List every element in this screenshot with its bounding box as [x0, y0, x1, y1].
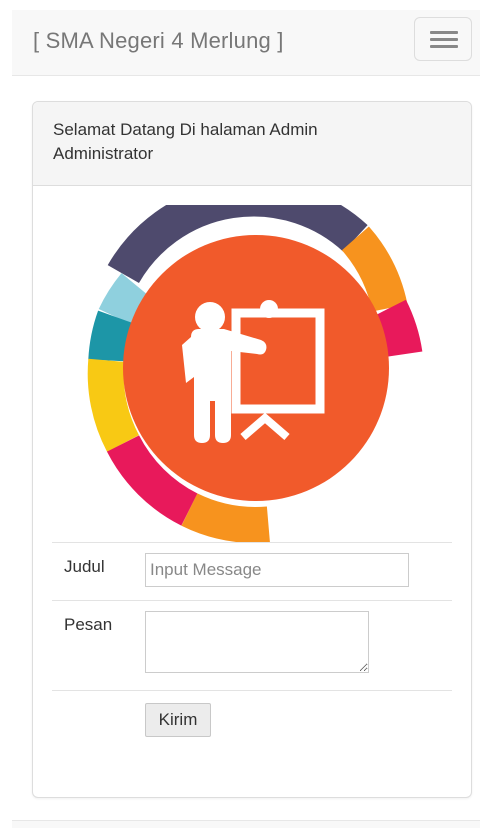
teacher-logo-image: [87, 205, 423, 543]
ring-segment-yellow: [87, 358, 140, 452]
logo-center-circle: [123, 235, 389, 501]
brand-title[interactable]: [ SMA Negeri 4 Merlung ]: [33, 28, 284, 54]
judul-input[interactable]: [145, 553, 409, 587]
judul-label: Judul: [64, 557, 105, 576]
form-divider: [52, 542, 452, 543]
ring-segment-orange-bottom: [181, 493, 270, 543]
ring-segment-light-blue: [98, 273, 150, 325]
ring-segment-teal: [88, 310, 133, 362]
welcome-text-line1: Selamat Datang Di halaman Admin: [53, 120, 318, 139]
welcome-text-line2: Administrator: [53, 144, 154, 163]
menu-toggle-button[interactable]: [414, 17, 472, 61]
pesan-textarea[interactable]: [145, 611, 369, 673]
form-divider: [52, 600, 452, 601]
pesan-label: Pesan: [64, 615, 113, 634]
kirim-button[interactable]: Kirim: [145, 703, 211, 737]
ring-segment-pink-right: [373, 299, 423, 358]
panel-heading: Selamat Datang Di halaman Admin Administ…: [33, 102, 471, 186]
footer-bar: [12, 820, 480, 828]
form-divider: [52, 690, 452, 691]
navbar: [ SMA Negeri 4 Merlung ]: [12, 10, 480, 76]
